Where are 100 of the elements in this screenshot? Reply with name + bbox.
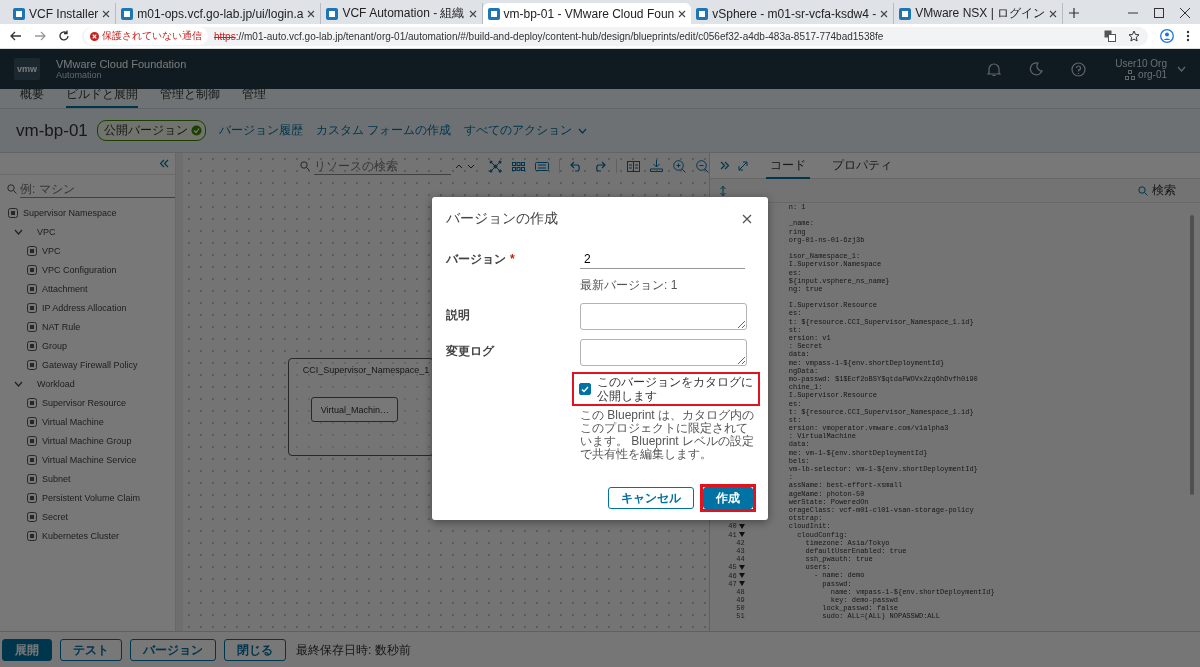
network-icon[interactable]: [488, 159, 502, 173]
text-area[interactable]: [580, 303, 747, 330]
warning-icon: [90, 31, 99, 41]
cancel-button[interactable]: キャンセル: [608, 487, 694, 509]
footer-button[interactable]: 展開: [2, 639, 52, 661]
chevron-down-icon[interactable]: [466, 163, 475, 169]
sort-icon[interactable]: [719, 185, 726, 196]
namespace-node[interactable]: CCI_Supervisor_Namespace_1 Virtual_Machin…: [287, 358, 434, 456]
status-badge: 公開バージョン: [96, 120, 206, 141]
nav-tab[interactable]: 管理と制御: [160, 86, 220, 108]
org-icon: [1125, 69, 1136, 80]
maximize-icon[interactable]: [1154, 8, 1164, 18]
tree-category[interactable]: Workload: [0, 374, 175, 393]
nav-tab[interactable]: 概要: [20, 86, 44, 108]
editor-tab[interactable]: プロパティ: [827, 152, 896, 179]
org-name[interactable]: org-01: [1138, 69, 1167, 80]
address-bar[interactable]: 保護されていない通信 https://m01-auto.vcf.go-lab.jp/tenant/org-01/automation/#/build-and-deploy/content-hub/design/blueprints/edit/c056ef32-a4db-483a-8517-774bad1538fe: [82, 26, 1148, 46]
tree-item[interactable]: Persistent Volume Claim: [0, 488, 175, 507]
tree-item[interactable]: Virtual Machine Group: [0, 431, 175, 450]
checkbox-label[interactable]: このバージョンをカタログに公開します: [597, 375, 753, 403]
tree-item[interactable]: VPC Configuration: [0, 260, 175, 279]
checkbox[interactable]: [579, 383, 591, 395]
forward-icon[interactable]: [34, 30, 46, 42]
expand-panel-icon[interactable]: [719, 161, 730, 170]
field-label: バージョン *: [446, 251, 516, 268]
tree-item[interactable]: VPC: [0, 241, 175, 260]
search-icon: [7, 184, 17, 194]
star-icon[interactable]: [1128, 30, 1140, 42]
tree-item[interactable]: Secret: [0, 507, 175, 526]
grid-icon[interactable]: [511, 161, 525, 171]
download-icon[interactable]: [649, 160, 663, 172]
user-name[interactable]: User10 Org: [1115, 58, 1167, 69]
browser-tab[interactable]: vm-bp-01 - VMware Cloud Foun: [482, 3, 692, 24]
site-icon: [326, 7, 339, 20]
layout-icon[interactable]: [626, 160, 640, 172]
close-icon[interactable]: [307, 9, 316, 18]
resource-icon: [27, 416, 37, 427]
tree-item[interactable]: NAT Rule: [0, 317, 175, 336]
keyboard-icon[interactable]: [534, 161, 549, 171]
browser-tab[interactable]: VCF Automation - 組織: [321, 3, 483, 24]
search-button[interactable]: 検索: [1138, 182, 1176, 199]
close-icon[interactable]: [1049, 9, 1058, 18]
action-link[interactable]: バージョン履歴: [218, 122, 303, 139]
text-area[interactable]: [580, 339, 747, 366]
resource-icon: [27, 283, 37, 294]
tree-item[interactable]: Virtual Machine: [0, 412, 175, 431]
footer-button[interactable]: テスト: [60, 639, 122, 661]
security-warning[interactable]: 保護されていない通信: [84, 27, 208, 45]
tree-item[interactable]: Gateway Firewall Policy: [0, 355, 175, 374]
close-icon[interactable]: [678, 9, 687, 18]
zoom-in-icon[interactable]: [672, 159, 686, 173]
menu-icon[interactable]: [1186, 30, 1190, 42]
browser-tab[interactable]: VCF Installer: [8, 3, 117, 24]
translate-icon[interactable]: [1104, 30, 1116, 42]
nav-tab[interactable]: 管理: [242, 86, 266, 108]
profile-icon[interactable]: [1160, 29, 1174, 43]
tree-item[interactable]: Supervisor Namespace: [0, 203, 175, 222]
tree-item[interactable]: IP Address Allocation: [0, 298, 175, 317]
new-tab-icon[interactable]: [1069, 8, 1080, 18]
resource-icon: [27, 492, 37, 503]
action-link[interactable]: カスタム フォームの作成: [315, 122, 452, 139]
undo-icon[interactable]: [569, 160, 583, 172]
tree-item[interactable]: Attachment: [0, 279, 175, 298]
reload-icon[interactable]: [58, 30, 70, 42]
tree-item[interactable]: Supervisor Resource: [0, 393, 175, 412]
close-icon[interactable]: [880, 9, 889, 18]
tree-item[interactable]: Subnet: [0, 469, 175, 488]
resource-icon: [8, 207, 18, 218]
vm-node[interactable]: Virtual_Machin…: [310, 397, 398, 422]
required-mark: *: [510, 252, 515, 266]
site-icon: [487, 7, 500, 20]
tree-category[interactable]: VPC: [0, 222, 175, 241]
bell-icon[interactable]: [987, 61, 1002, 77]
site-icon: [899, 7, 912, 20]
tree-item[interactable]: Virtual Machine Service: [0, 450, 175, 469]
resource-icon: [27, 245, 37, 256]
close-icon[interactable]: [1180, 8, 1190, 18]
create-button[interactable]: 作成: [703, 487, 753, 509]
action-link[interactable]: すべてのアクション: [464, 122, 588, 139]
browser-tab[interactable]: m01-ops.vcf.go-lab.jp/ui/login.a: [116, 3, 322, 24]
resource-icon: [27, 435, 37, 446]
back-icon[interactable]: [10, 30, 22, 42]
footer-button[interactable]: 閉じる: [224, 639, 286, 661]
moon-icon[interactable]: [1029, 62, 1044, 76]
resource-icon: [27, 340, 37, 351]
browser-tab[interactable]: vSphere - m01-sr-vcfa-ksdw4 -: [691, 3, 895, 24]
scrollbar[interactable]: [1190, 215, 1194, 495]
close-icon[interactable]: [742, 214, 752, 224]
search-field[interactable]: 例: マシン: [20, 180, 175, 198]
close-icon[interactable]: [468, 9, 477, 18]
close-icon[interactable]: [102, 9, 111, 18]
field-label: 説明: [446, 307, 471, 324]
zoom-out-icon[interactable]: [695, 159, 709, 173]
footer-button[interactable]: バージョン: [130, 639, 216, 661]
tree-item[interactable]: Kubernetes Cluster: [0, 526, 175, 545]
chevron-up-icon[interactable]: [454, 163, 463, 169]
tree-item[interactable]: Group: [0, 336, 175, 355]
browser-tab[interactable]: VMware NSX | ログイン: [894, 3, 1064, 24]
collapse-icon[interactable]: [159, 159, 169, 168]
help-icon[interactable]: [1071, 61, 1087, 77]
